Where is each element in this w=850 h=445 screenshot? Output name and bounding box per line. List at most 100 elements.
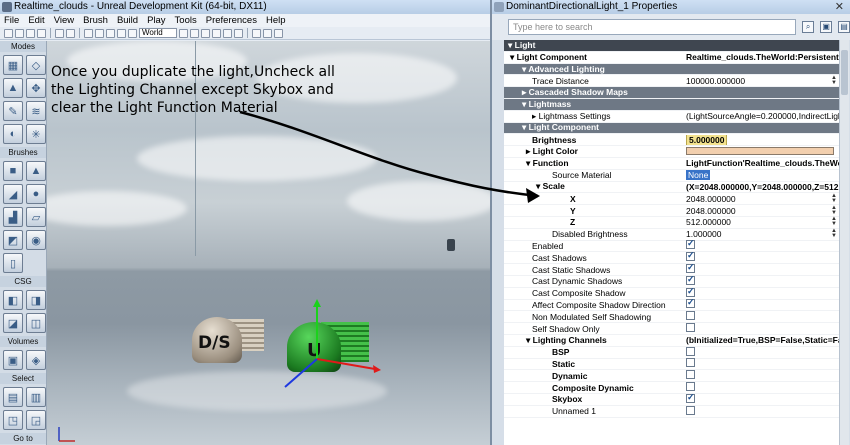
scale-nonuniform-icon[interactable] (128, 28, 137, 38)
menu-view[interactable]: View (54, 14, 74, 27)
checkbox[interactable] (686, 299, 695, 309)
checkbox[interactable] (686, 323, 695, 333)
checkbox[interactable] (686, 287, 695, 297)
trace-distance-row[interactable]: Trace Distance 100000.000000 ▲ ▼ (504, 75, 839, 88)
close-icon[interactable]: ✕ (835, 0, 844, 14)
save-all-icon[interactable] (37, 28, 46, 38)
channel-row-skybox[interactable]: Skybox (504, 393, 839, 406)
brightness-value[interactable]: 5.000000 (686, 134, 728, 145)
invert-selection-icon[interactable]: ◳ (3, 410, 23, 430)
section-advanced-lighting[interactable]: ▾ Advanced Lighting (504, 64, 839, 76)
undo-icon[interactable] (55, 28, 64, 38)
binoculars-icon[interactable] (179, 28, 188, 38)
trace-distance-value[interactable]: 100000.000000 (682, 76, 839, 86)
search-input[interactable]: Type here to search (508, 19, 797, 35)
sheet-brush-icon[interactable]: ▱ (26, 207, 46, 227)
lighting-channels-row[interactable]: ▾ Lighting Channels (bInitialized=True,B… (504, 335, 839, 347)
section-cascaded-shadow-maps[interactable]: ▸ Cascaded Shadow Maps (504, 87, 839, 99)
show-selected-icon[interactable]: ▤ (3, 387, 23, 407)
translate-icon[interactable] (95, 28, 104, 38)
scale-icon[interactable] (117, 28, 126, 38)
open-icon[interactable] (15, 28, 24, 38)
sphere-brush-icon[interactable]: ◉ (26, 230, 46, 250)
channel-row-composite-dynamic[interactable]: Composite Dynamic (504, 382, 839, 394)
properties-icon[interactable] (234, 28, 243, 38)
checkbox[interactable] (686, 252, 695, 262)
menu-play[interactable]: Play (147, 14, 165, 27)
scale-y-value[interactable]: 2048.000000 (682, 206, 839, 216)
select-icon[interactable] (84, 28, 93, 38)
volumetric-brush-icon[interactable]: ▯ (3, 253, 23, 273)
new-icon[interactable] (4, 28, 13, 38)
spinner-icon[interactable]: ▲ ▼ (831, 205, 837, 216)
flag-row-cast-static-shadows[interactable]: Cast Static Shadows (504, 264, 839, 276)
curved-stair-brush-icon[interactable]: ◢ (3, 184, 23, 204)
rotate-icon[interactable] (106, 28, 115, 38)
menu-build[interactable]: Build (117, 14, 138, 27)
flag-row-cast-dynamic-shadows[interactable]: Cast Dynamic Shadows (504, 275, 839, 288)
terrain-mode-icon[interactable]: ▲ (3, 78, 23, 98)
checkbox[interactable] (686, 264, 695, 274)
linear-stair-brush-icon[interactable]: ▟ (3, 207, 23, 227)
csg-deintersect-icon[interactable]: ◫ (26, 313, 46, 333)
channel-row-static[interactable]: Static (504, 358, 839, 371)
lightmass-settings-row[interactable]: ▸ Lightmass Settings (LightSourceAngle=0… (504, 111, 839, 123)
csg-add-icon[interactable]: ◧ (3, 290, 23, 310)
channel-row-dynamic[interactable]: Dynamic (504, 370, 839, 383)
function-row[interactable]: ▾ Function LightFunction'Realtime_clouds… (504, 158, 839, 170)
perspective-viewport[interactable]: Once you duplicate the light,Uncheck all… (47, 41, 490, 445)
csg-intersect-icon[interactable]: ◪ (3, 313, 23, 333)
cone-brush-icon[interactable]: ▲ (26, 161, 46, 181)
checkbox[interactable] (686, 393, 695, 403)
channel-row-unnamed-1[interactable]: Unnamed 1 (504, 405, 839, 418)
scale-grid-icon[interactable] (274, 28, 283, 38)
properties-scrollbar[interactable] (839, 40, 849, 445)
scale-z-value[interactable]: 512.000000 (682, 217, 839, 227)
add-special-brush-icon[interactable]: ▣ (3, 350, 23, 370)
foliage-mode-icon[interactable]: ✳ (26, 124, 46, 144)
channel-row-bsp[interactable]: BSP (504, 346, 839, 359)
csg-subtract-icon[interactable]: ◨ (26, 290, 46, 310)
disabled-brightness-value[interactable]: 1.000000 (682, 229, 839, 239)
light-component-row[interactable]: ▾ Light Component Realtime_clouds.TheWor… (504, 52, 839, 64)
flag-row-cast-shadows[interactable]: Cast Shadows (504, 252, 839, 265)
spiral-stair-brush-icon[interactable]: ◩ (3, 230, 23, 250)
generic-browser-icon[interactable] (201, 28, 210, 38)
checkbox[interactable] (686, 275, 695, 285)
spinner-icon[interactable]: ▲ ▼ (831, 75, 837, 86)
find-actor-icon[interactable] (190, 28, 199, 38)
menu-brush[interactable]: Brush (83, 14, 108, 27)
geometry-mode-icon[interactable]: ◇ (26, 55, 46, 75)
show-all-icon[interactable]: ◲ (26, 410, 46, 430)
cube-brush-icon[interactable]: ■ (3, 161, 23, 181)
rotation-grid-icon[interactable] (263, 28, 272, 38)
save-icon[interactable] (26, 28, 35, 38)
section-lightmass[interactable]: ▾ Lightmass (504, 99, 839, 111)
checkbox[interactable] (686, 370, 695, 380)
search-icon[interactable]: ⌕ (802, 21, 815, 33)
scale-x-row[interactable]: X 2048.000000 ▲ ▼ (504, 193, 839, 206)
scale-y-row[interactable]: Y 2048.000000 ▲ ▼ (504, 205, 839, 217)
spinner-icon[interactable]: ▲ ▼ (831, 216, 837, 227)
menu-tools[interactable]: Tools (175, 14, 197, 27)
disabled-brightness-row[interactable]: Disabled Brightness 1.000000 ▲ ▼ (504, 228, 839, 241)
hide-selected-icon[interactable]: ▥ (26, 387, 46, 407)
landscape-mode-icon[interactable]: ≋ (26, 101, 46, 121)
mesh-paint-mode-icon[interactable]: ✎ (3, 101, 23, 121)
source-material-value[interactable]: None (686, 170, 711, 181)
category-light[interactable]: ▾ Light (504, 40, 839, 52)
scale-z-row[interactable]: Z 512.000000 ▲ ▼ (504, 216, 839, 229)
brightness-row[interactable]: Brightness 5.000000 (504, 134, 839, 147)
flag-row-non-modulated-self-shadowing[interactable]: Non Modulated Self Shadowing (504, 311, 839, 324)
checkbox[interactable] (686, 311, 695, 321)
scrollbar-thumb[interactable] (841, 50, 848, 95)
scale-row[interactable]: ▾ Scale (X=2048.000000,Y=2048.000000,Z=5… (504, 181, 839, 194)
spinner-icon[interactable]: ▲ ▼ (831, 193, 837, 204)
flag-row-cast-composite-shadow[interactable]: Cast Composite Shadow (504, 287, 839, 300)
add-volume-icon[interactable]: ◈ (26, 350, 46, 370)
options-icon[interactable]: ▤ (838, 21, 850, 33)
texture-align-mode-icon[interactable]: ✥ (26, 78, 46, 98)
menu-file[interactable]: File (4, 14, 19, 27)
checkbox[interactable] (686, 382, 695, 392)
redo-icon[interactable] (66, 28, 75, 38)
